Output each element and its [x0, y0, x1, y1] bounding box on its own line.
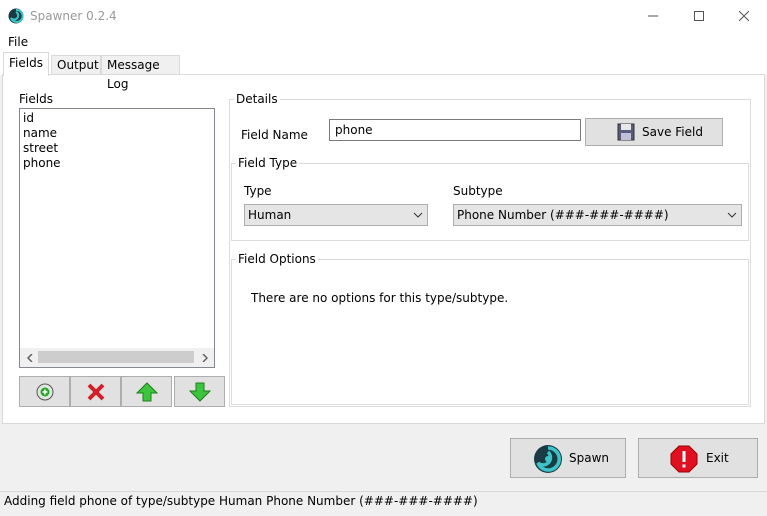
scroll-left-icon[interactable] [21, 350, 38, 365]
field-options-group [231, 259, 749, 405]
maximize-button[interactable] [676, 0, 722, 32]
list-item[interactable]: phone [20, 156, 214, 171]
move-down-button[interactable] [174, 376, 225, 407]
tab-message-log[interactable]: Message Log [101, 55, 180, 91]
spawn-label: Spawn [569, 451, 610, 465]
minimize-button[interactable] [630, 0, 676, 32]
chevron-down-icon [413, 205, 423, 225]
type-select-value: Human [248, 208, 292, 222]
field-type-group [231, 163, 749, 241]
minimize-icon [648, 15, 658, 17]
delete-icon [87, 383, 104, 400]
add-icon [36, 383, 53, 400]
list-item[interactable]: id [20, 111, 214, 126]
field-name-label: Field Name [241, 128, 308, 142]
floppy-disk-icon [617, 123, 635, 141]
status-text: Adding field phone of type/subtype Human… [4, 494, 478, 508]
no-options-message: There are no options for this type/subty… [251, 291, 509, 305]
tab-output[interactable]: Output [51, 55, 101, 74]
fields-list-label: Fields [19, 92, 53, 106]
list-item[interactable]: street [20, 141, 214, 156]
exit-label: Exit [706, 451, 729, 465]
subtype-label: Subtype [453, 184, 503, 198]
scroll-right-icon[interactable] [196, 350, 213, 365]
stop-sign-icon [670, 445, 698, 473]
app-logo-icon [8, 8, 24, 24]
chevron-down-icon [727, 205, 737, 225]
menu-file[interactable]: File [8, 35, 28, 49]
arrow-down-icon [188, 382, 211, 402]
fields-listbox[interactable]: id name street phone [19, 108, 215, 368]
move-up-button[interactable] [121, 376, 172, 407]
field-name-input[interactable]: phone [329, 119, 581, 141]
type-label: Type [244, 184, 272, 198]
field-type-group-label: Field Type [236, 156, 300, 170]
scrollbar-thumb[interactable] [38, 351, 194, 363]
exit-button[interactable]: Exit [638, 438, 758, 478]
list-item[interactable]: name [20, 126, 214, 141]
add-field-button[interactable] [19, 376, 70, 407]
save-field-button[interactable]: Save Field [585, 118, 723, 146]
tab-fields[interactable]: Fields [3, 52, 49, 76]
close-button[interactable] [721, 0, 767, 32]
close-icon [739, 11, 749, 21]
details-group-label: Details [234, 92, 280, 106]
spawn-icon [534, 445, 562, 473]
delete-field-button[interactable] [70, 376, 121, 407]
type-select[interactable]: Human [244, 204, 428, 226]
subtype-select[interactable]: Phone Number (###-###-####) [453, 204, 742, 226]
window-title: Spawner 0.2.4 [30, 9, 117, 23]
maximize-icon [694, 11, 704, 21]
menu-bar [0, 32, 767, 52]
arrow-up-icon [135, 381, 158, 401]
field-options-group-label: Field Options [236, 252, 318, 266]
save-field-label: Save Field [642, 125, 703, 139]
spawn-button[interactable]: Spawn [510, 438, 626, 478]
subtype-select-value: Phone Number (###-###-####) [457, 208, 669, 222]
